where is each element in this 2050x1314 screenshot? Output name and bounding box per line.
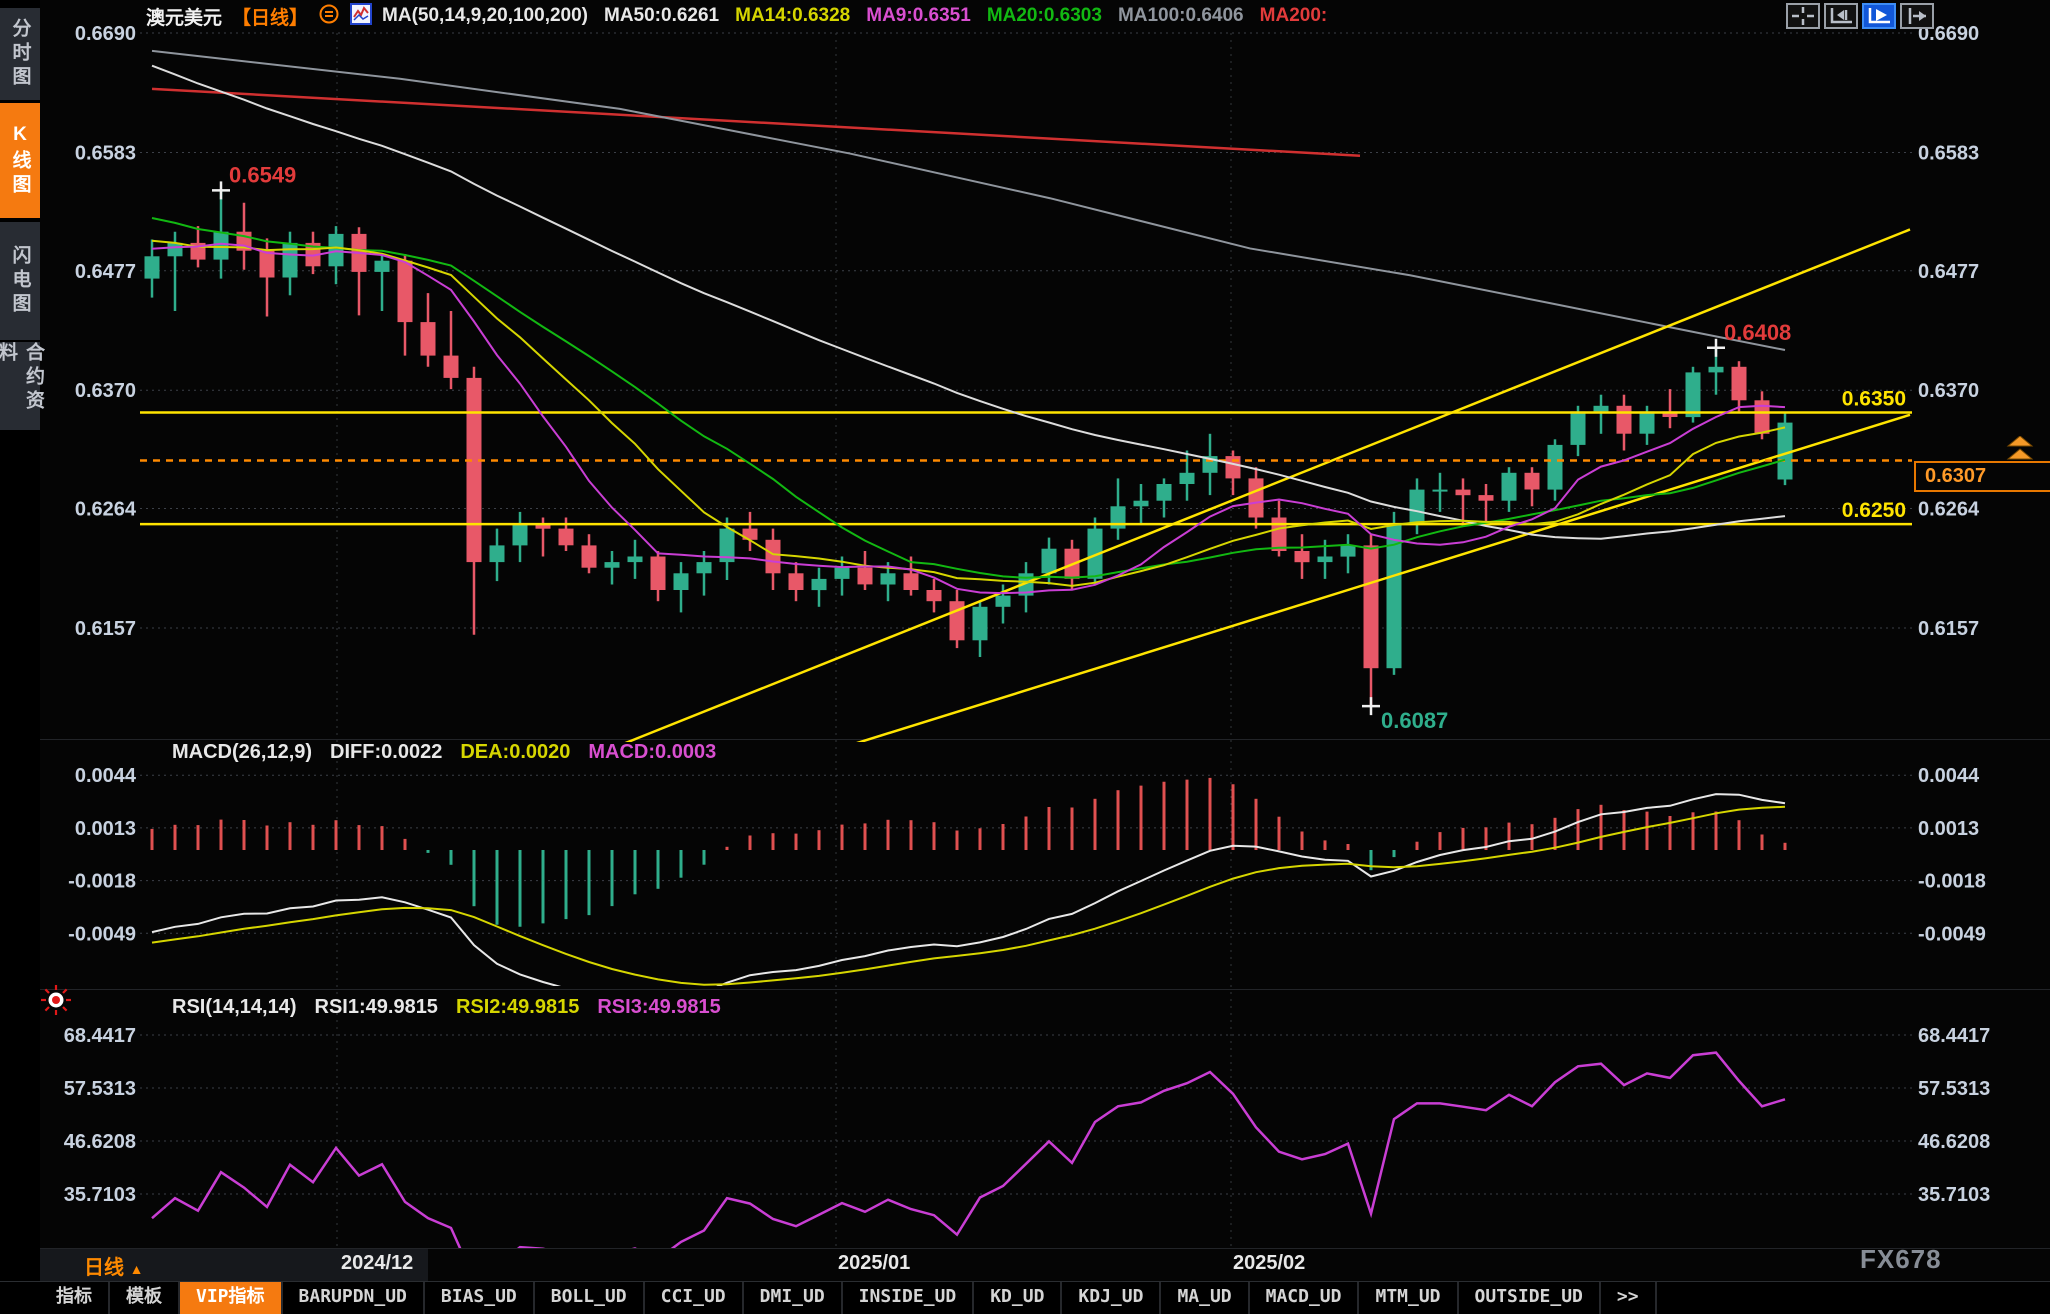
ma-readout-7: MA200:: [1260, 5, 1328, 27]
tab-barupdn-ud[interactable]: BARUPDN_UD: [283, 1282, 425, 1314]
tab-[interactable]: 指标: [40, 1282, 110, 1314]
svg-text:0.0044: 0.0044: [75, 765, 137, 787]
indicator-tabbar: 指标模板VIP指标BARUPDN_UDBIAS_UDBOLL_UDCCI_UDD…: [0, 1281, 2050, 1314]
svg-text:0.6264: 0.6264: [75, 499, 137, 521]
svg-text:0.0013: 0.0013: [75, 818, 136, 840]
svg-text:35.7103: 35.7103: [1918, 1184, 1990, 1206]
settings-circle-icon[interactable]: [318, 3, 340, 30]
macd-readout-3: MACD:0.0003: [588, 741, 716, 764]
svg-text:0.6250: 0.6250: [1842, 499, 1906, 522]
sidebar: 分时图K线图闪电图合约资料: [0, 0, 40, 1314]
chart-header: 澳元美元 【日线】 MA(50,14,9,20,100,200) MA50:0.6…: [146, 2, 1327, 30]
ma-readout-2: MA50:0.6261: [604, 5, 719, 27]
tab-kdj-ud[interactable]: KDJ_UD: [1062, 1282, 1161, 1314]
rsi-title: RSI(14,14,14): [172, 996, 297, 1019]
period-selector[interactable]: 日线 ▲: [84, 1251, 143, 1280]
svg-text:0.6157: 0.6157: [1918, 618, 1979, 640]
exit-right-icon[interactable]: [1900, 3, 1934, 29]
svg-text:46.6208: 46.6208: [64, 1131, 136, 1153]
sidebar-item-4[interactable]: 合约资料: [0, 342, 40, 430]
rsi-readout-2: RSI2:49.9815: [456, 996, 579, 1019]
svg-text:-0.0049: -0.0049: [1918, 923, 1986, 945]
tab-[interactable]: 模板: [110, 1282, 180, 1314]
svg-text:0.6408: 0.6408: [1724, 320, 1791, 345]
svg-text:0.0044: 0.0044: [1918, 765, 1980, 787]
price-up-chevrons-icon: [1996, 436, 2044, 466]
axis-play-icon[interactable]: [1862, 3, 1896, 29]
chart-app: 0.66900.66900.65830.65830.64770.64770.63…: [0, 0, 2050, 1314]
ma-readout-5: MA20:0.6303: [987, 5, 1102, 27]
tab-cci-ud[interactable]: CCI_UD: [645, 1282, 744, 1314]
triangle-up-icon: ▲: [130, 1261, 144, 1277]
svg-text:0.6583: 0.6583: [1918, 142, 1979, 164]
tab-vip[interactable]: VIP指标: [180, 1282, 283, 1314]
rsi-header: RSI(14,14,14) RSI1:49.9815 RSI2:49.9815 RS…: [172, 996, 721, 1019]
svg-text:57.5313: 57.5313: [1918, 1078, 1990, 1100]
tab-dmi-ud[interactable]: DMI_UD: [744, 1282, 843, 1314]
svg-text:-0.0018: -0.0018: [68, 871, 136, 893]
tab-inside-ud[interactable]: INSIDE_UD: [843, 1282, 975, 1314]
svg-text:0.6350: 0.6350: [1842, 388, 1906, 411]
svg-text:0.6157: 0.6157: [75, 618, 136, 640]
svg-text:-0.0049: -0.0049: [68, 923, 136, 945]
macd-title: MACD(26,12,9): [172, 741, 312, 764]
svg-text:0.6549: 0.6549: [229, 162, 296, 187]
crosshair-tool-icon[interactable]: [1786, 3, 1820, 29]
ma-readouts: MA(50,14,9,20,100,200) MA50:0.6261 MA14:0.…: [382, 5, 1327, 27]
rsi-readout-3: RSI3:49.9815: [597, 996, 720, 1019]
x-axis-label: 2024/12: [341, 1252, 413, 1275]
svg-text:46.6208: 46.6208: [1918, 1131, 1990, 1153]
tab-macd-ud[interactable]: MACD_UD: [1250, 1282, 1360, 1314]
x-axis-label: 2025/01: [838, 1252, 910, 1275]
ma-readout-1: MA(50,14,9,20,100,200): [382, 5, 588, 27]
svg-text:0.6690: 0.6690: [75, 23, 136, 45]
macd-readout-2: DEA:0.0020: [460, 741, 570, 764]
svg-text:0.6264: 0.6264: [1918, 499, 1980, 521]
macd-readout-1: DIFF:0.0022: [330, 741, 442, 764]
svg-text:68.4417: 68.4417: [64, 1025, 136, 1047]
tab-[interactable]: >>: [1601, 1282, 1657, 1314]
ma-readout-4: MA9:0.6351: [866, 5, 971, 27]
svg-text:0.6087: 0.6087: [1381, 708, 1448, 733]
tab-kd-ud[interactable]: KD_UD: [974, 1282, 1062, 1314]
ma-readout-6: MA100:0.6406: [1118, 5, 1244, 27]
watermark: FX678: [1860, 1244, 1942, 1275]
svg-text:0.6477: 0.6477: [75, 261, 136, 283]
svg-text:0.0013: 0.0013: [1918, 818, 1979, 840]
chart-canvas[interactable]: 0.66900.66900.65830.65830.64770.64770.63…: [0, 0, 2050, 1314]
tab-bias-ud[interactable]: BIAS_UD: [425, 1282, 535, 1314]
period-tag: 【日线】: [232, 3, 308, 30]
svg-text:0.6583: 0.6583: [75, 142, 136, 164]
tab-boll-ud[interactable]: BOLL_UD: [535, 1282, 645, 1314]
record-burst-icon: [40, 984, 72, 1021]
svg-text:0.6477: 0.6477: [1918, 261, 1979, 283]
sidebar-item-1[interactable]: 分时图: [0, 8, 40, 100]
axis-compress-icon[interactable]: [1824, 3, 1858, 29]
svg-text:0.6370: 0.6370: [1918, 380, 1979, 402]
tab-mtm-ud[interactable]: MTM_UD: [1359, 1282, 1458, 1314]
svg-text:68.4417: 68.4417: [1918, 1025, 1990, 1047]
svg-text:57.5313: 57.5313: [64, 1078, 136, 1100]
macd-header: MACD(26,12,9) DIFF:0.0022 DEA:0.0020 MACD:…: [172, 741, 716, 764]
svg-text:-0.0018: -0.0018: [1918, 871, 1986, 893]
chart-toolbar: [1786, 3, 1934, 29]
mini-chart-icon[interactable]: [350, 2, 372, 31]
tab-ma-ud[interactable]: MA_UD: [1161, 1282, 1249, 1314]
x-axis-label: 2025/02: [1233, 1252, 1305, 1275]
ma-readout-3: MA14:0.6328: [735, 5, 850, 27]
sidebar-item-3[interactable]: 闪电图: [0, 222, 40, 340]
svg-text:0.6370: 0.6370: [75, 380, 136, 402]
rsi-readout-1: RSI1:49.9815: [315, 996, 438, 1019]
symbol-title: 澳元美元: [146, 3, 222, 30]
sidebar-item-2[interactable]: K线图: [0, 103, 40, 218]
tab-outside-ud[interactable]: OUTSIDE_UD: [1459, 1282, 1601, 1314]
svg-text:35.7103: 35.7103: [64, 1184, 136, 1206]
